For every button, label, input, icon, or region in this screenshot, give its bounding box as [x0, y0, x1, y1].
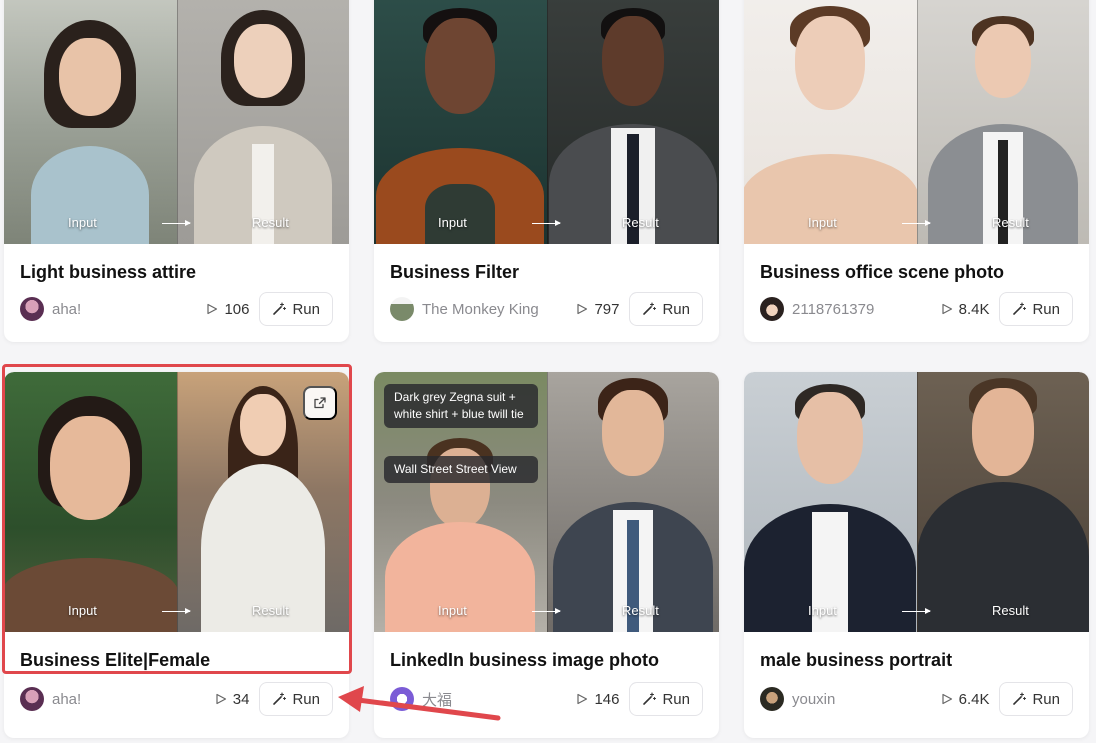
input-image	[4, 0, 177, 244]
result-label: Result	[992, 215, 1029, 230]
arrow-right-icon	[162, 220, 191, 226]
template-card[interactable]: Input Result Business Elite|Female aha! …	[4, 372, 349, 738]
play-icon	[577, 303, 588, 315]
result-label: Result	[622, 215, 659, 230]
before-after-preview[interactable]: Input Result	[4, 372, 349, 632]
result-label: Result	[992, 603, 1029, 618]
play-count: 106	[206, 301, 249, 318]
author-name[interactable]: aha!	[52, 691, 81, 708]
author-name[interactable]: youxin	[792, 691, 835, 708]
template-card[interactable]: Input Result male business portrait youx…	[744, 372, 1089, 738]
card-meta: youxin 6.4K Run	[760, 682, 1073, 716]
input-label: Input	[438, 603, 467, 618]
magic-wand-icon	[643, 302, 657, 315]
run-button[interactable]: Run	[259, 292, 333, 326]
before-after-preview[interactable]: Input Result	[4, 0, 349, 244]
style-tag: Dark grey Zegna suit + white shirt + blu…	[384, 384, 538, 428]
author-avatar[interactable]	[20, 687, 44, 711]
play-icon	[216, 693, 226, 705]
input-image	[4, 372, 177, 632]
result-image	[176, 0, 349, 244]
author-name[interactable]: The Monkey King	[422, 301, 539, 318]
share-button[interactable]	[303, 386, 337, 420]
play-count: 34	[215, 691, 249, 708]
magic-wand-icon	[1013, 692, 1027, 705]
input-image	[744, 372, 917, 632]
result-image	[546, 0, 719, 244]
template-card[interactable]: Input Result Light business attire aha! …	[4, 0, 349, 342]
input-label: Input	[438, 215, 467, 230]
arrow-right-icon	[162, 608, 191, 614]
run-button[interactable]: Run	[629, 292, 703, 326]
card-title[interactable]: Light business attire	[20, 262, 196, 283]
share-icon	[314, 397, 326, 409]
template-card[interactable]: Input Result Business office scene photo…	[744, 0, 1089, 342]
result-label: Result	[252, 215, 289, 230]
magic-wand-icon	[643, 692, 657, 705]
card-title[interactable]: Business Elite|Female	[20, 650, 210, 671]
input-label: Input	[808, 215, 837, 230]
play-icon	[577, 693, 588, 705]
author-name[interactable]: 2118761379	[792, 301, 874, 318]
card-title[interactable]: Business office scene photo	[760, 262, 1004, 283]
before-after-preview[interactable]: Input Result	[744, 372, 1089, 632]
card-meta: aha! 106 Run	[20, 292, 333, 326]
arrow-right-icon	[902, 220, 931, 226]
result-image	[916, 0, 1089, 244]
play-count: 8.4K	[941, 301, 989, 318]
play-count: 146	[576, 691, 619, 708]
magic-wand-icon	[273, 692, 287, 705]
result-image	[546, 372, 719, 632]
card-meta: aha! 34 Run	[20, 682, 333, 716]
author-avatar[interactable]	[390, 297, 414, 321]
arrow-right-icon	[532, 220, 561, 226]
magic-wand-icon	[273, 302, 287, 315]
author-avatar[interactable]	[20, 297, 44, 321]
input-image	[744, 0, 917, 244]
card-title[interactable]: LinkedIn business image photo	[390, 650, 659, 671]
card-meta: 2118761379 8.4K Run	[760, 292, 1073, 326]
play-icon	[942, 303, 952, 315]
result-label: Result	[622, 603, 659, 618]
arrow-right-icon	[902, 608, 931, 614]
annotation-arrow	[338, 686, 501, 721]
author-avatar[interactable]	[760, 297, 784, 321]
input-label: Input	[68, 603, 97, 618]
card-title[interactable]: Business Filter	[390, 262, 519, 283]
template-card[interactable]: Input Result Business Filter The Monkey …	[374, 0, 719, 342]
input-image	[374, 0, 547, 244]
play-icon	[942, 693, 952, 705]
run-button[interactable]: Run	[259, 682, 333, 716]
play-icon	[207, 303, 218, 315]
run-button[interactable]: Run	[999, 292, 1073, 326]
author-avatar[interactable]	[760, 687, 784, 711]
play-count: 6.4K	[941, 691, 989, 708]
card-meta: The Monkey King 797 Run	[390, 292, 703, 326]
author-name[interactable]: aha!	[52, 301, 81, 318]
input-label: Input	[808, 603, 837, 618]
run-button[interactable]: Run	[629, 682, 703, 716]
before-after-preview[interactable]: Input Result	[374, 0, 719, 244]
magic-wand-icon	[1013, 302, 1027, 315]
run-button[interactable]: Run	[999, 682, 1073, 716]
style-tag: Wall Street Street View	[384, 456, 538, 483]
input-label: Input	[68, 215, 97, 230]
before-after-preview[interactable]: Input Result	[744, 0, 1089, 244]
arrow-right-icon	[532, 608, 561, 614]
result-label: Result	[252, 603, 289, 618]
card-title[interactable]: male business portrait	[760, 650, 952, 671]
play-count: 797	[576, 301, 619, 318]
before-after-preview[interactable]: Dark grey Zegna suit + white shirt + blu…	[374, 372, 719, 632]
result-image	[916, 372, 1089, 632]
